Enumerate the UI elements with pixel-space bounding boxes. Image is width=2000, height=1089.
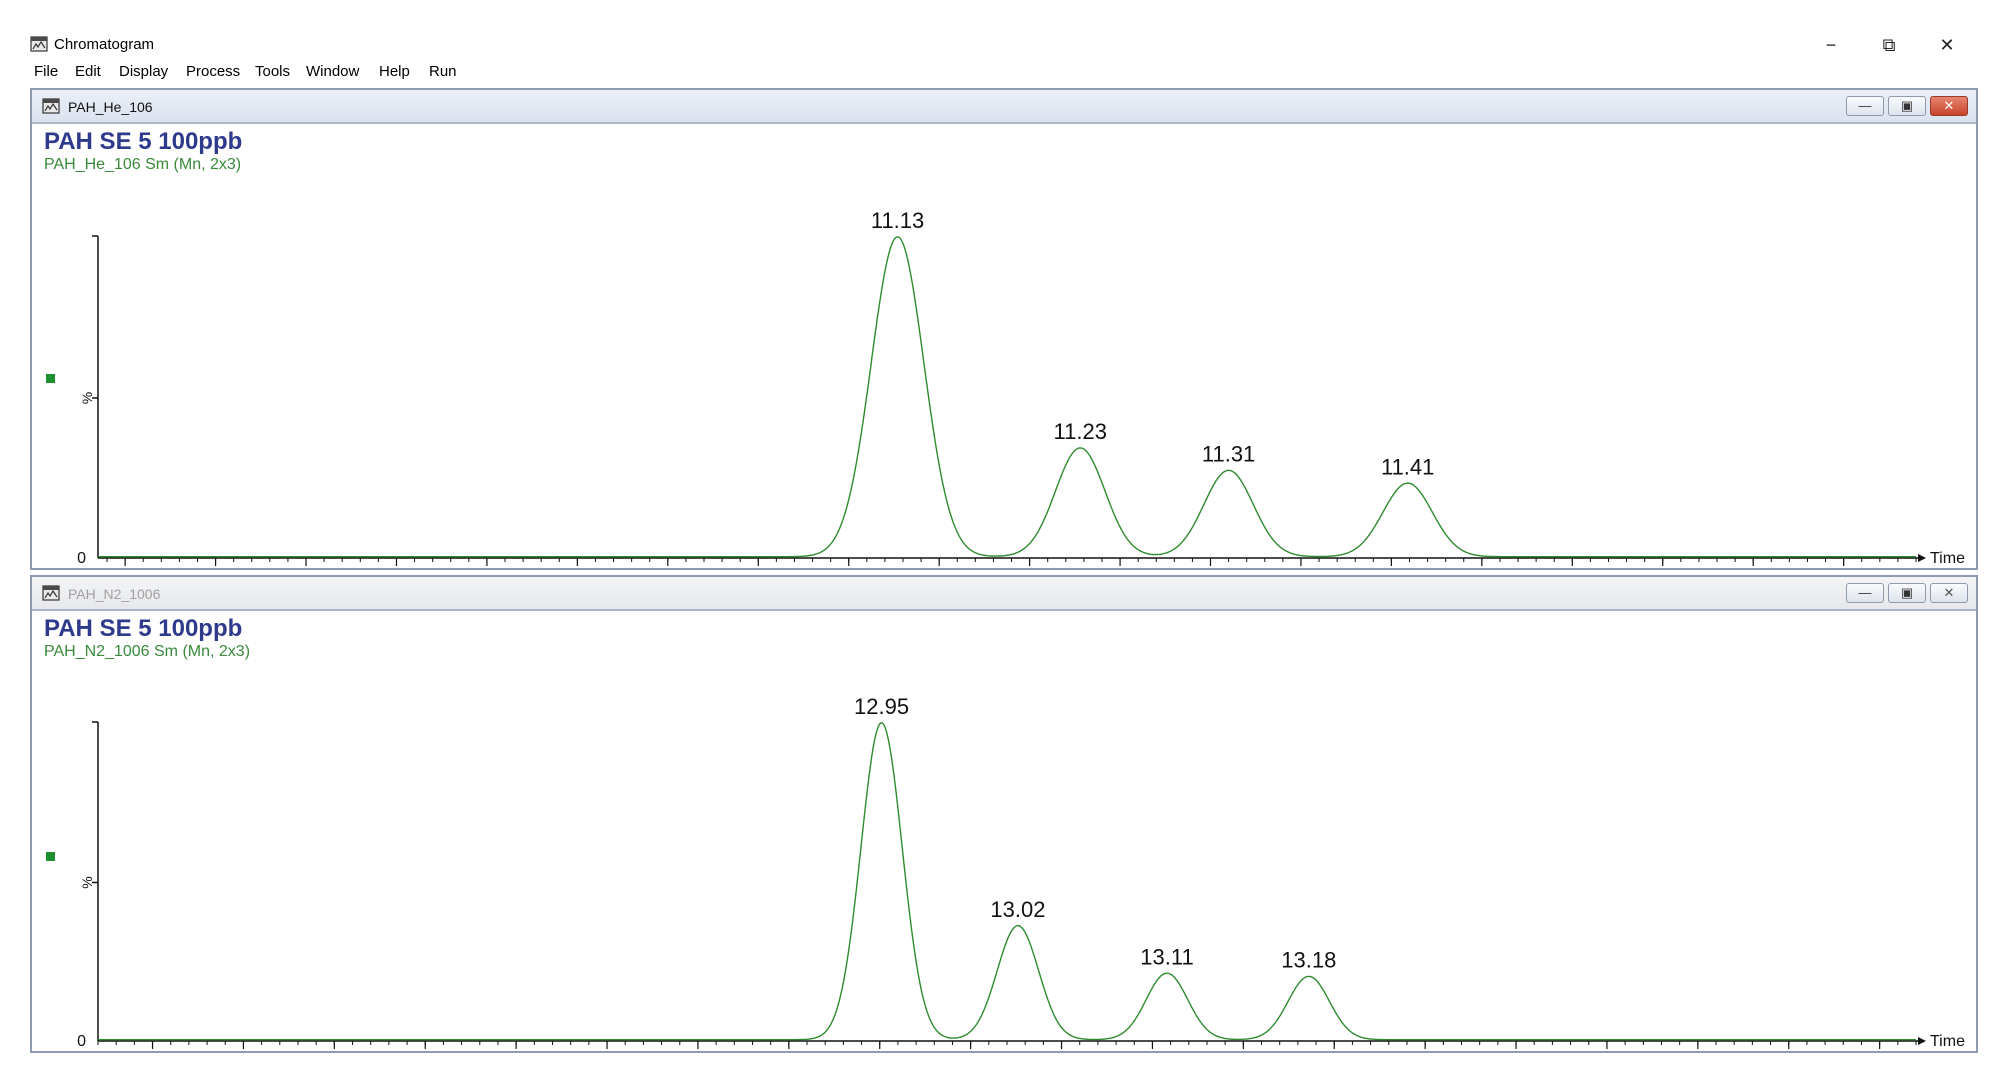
peak-label: 11.41	[1381, 454, 1434, 479]
peak-label: 12.95	[854, 694, 909, 719]
chromatogram-app-icon	[30, 35, 48, 58]
chromatogram-trace	[98, 722, 1916, 1041]
menu-edit[interactable]: Edit	[75, 63, 101, 80]
peak-label: 13.02	[990, 897, 1045, 922]
minimize-button[interactable]: −	[1802, 30, 1860, 60]
restore-button[interactable]: ⧉	[1860, 30, 1918, 60]
y-axis-label: %	[79, 392, 95, 404]
menu-help[interactable]: Help	[379, 63, 410, 80]
close-button[interactable]: ✕	[1918, 30, 1976, 60]
window-title: Chromatogram	[54, 36, 155, 53]
chromatogram-plot-2[interactable]: %0Time12.5512.6012.6512.7012.7512.8012.8…	[32, 577, 1976, 1051]
peak-label: 11.23	[1054, 419, 1107, 444]
title-bar: Chromatogram − ⧉ ✕	[28, 30, 1982, 60]
menu-tools[interactable]: Tools	[255, 63, 290, 80]
chromatogram-panel-2[interactable]: PAH_N2_1006 — ▣ ✕ PAH SE 5 100ppb PAH_N2…	[30, 575, 1978, 1053]
x-axis-label: Time	[1930, 1033, 1965, 1050]
peak-label: 11.31	[1202, 442, 1255, 467]
y-zero-label: 0	[77, 1033, 86, 1050]
menu-window[interactable]: Window	[306, 63, 359, 80]
peak-label: 13.11	[1140, 944, 1193, 969]
menu-bar: File Edit Display Process Tools Window H…	[28, 60, 1982, 86]
peak-label: 13.18	[1281, 948, 1336, 973]
peak-label: 11.13	[871, 208, 924, 233]
menu-display[interactable]: Display	[119, 63, 168, 80]
chromatogram-window: Chromatogram − ⧉ ✕ File Edit Display Pro…	[28, 30, 1982, 1066]
x-axis-arrow	[1918, 554, 1926, 562]
x-axis-arrow	[1918, 1037, 1926, 1045]
x-axis-label: Time	[1930, 550, 1965, 567]
chromatogram-trace	[98, 236, 1916, 558]
y-zero-label: 0	[77, 550, 86, 567]
chromatogram-panel-1[interactable]: PAH_He_106 — ▣ ✕ PAH SE 5 100ppb PAH_He_…	[30, 88, 1978, 570]
menu-file[interactable]: File	[34, 63, 58, 80]
y-axis-label: %	[79, 876, 95, 888]
menu-run[interactable]: Run	[429, 63, 457, 80]
menu-process[interactable]: Process	[186, 63, 240, 80]
chromatogram-plot-1[interactable]: %0Time10.7010.7510.8010.8510.9010.9511.0…	[32, 90, 1976, 568]
